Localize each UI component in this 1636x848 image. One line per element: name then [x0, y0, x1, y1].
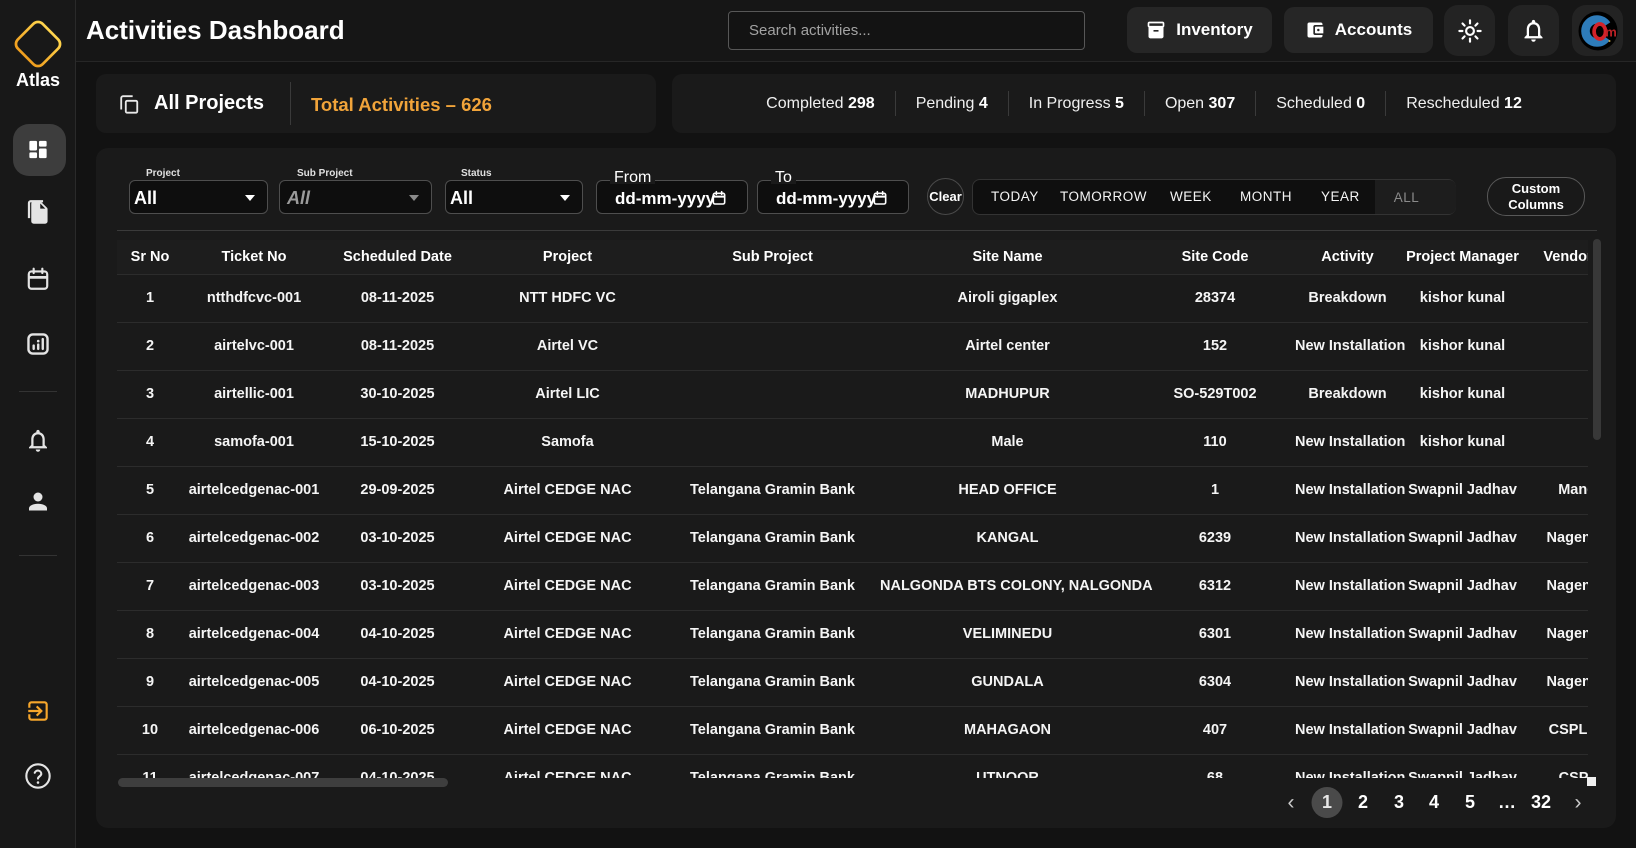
svg-text:m: m — [1605, 24, 1617, 39]
